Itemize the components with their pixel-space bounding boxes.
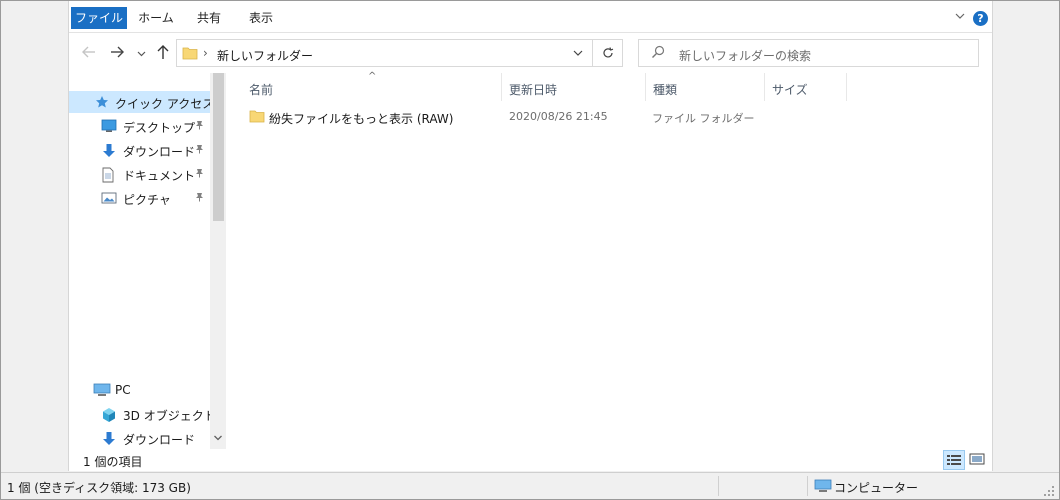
item-count: 1 個の項目 (83, 455, 143, 469)
column-header-modified[interactable]: 更新日時 (509, 81, 557, 101)
download-icon (101, 431, 117, 445)
sidebar-item-pc-downloads[interactable]: ダウンロード (69, 427, 210, 449)
sidebar-item-label: ダウンロード (123, 145, 196, 159)
refresh-icon[interactable] (593, 39, 623, 67)
forward-arrow-icon[interactable] (109, 44, 125, 63)
sidebar-item-downloads[interactable]: ダウンロード (69, 139, 210, 161)
explorer-window: ファイル ホーム 共有 表示 ? › 新しいフォルダー 新しいフォルダーの検索 … (68, 1, 993, 471)
tab-home[interactable]: ホーム (133, 7, 179, 29)
column-header-type[interactable]: 種類 (653, 81, 677, 101)
file-name: 紛失ファイルをもっと表示 (RAW) (269, 112, 454, 126)
column-header-size[interactable]: サイズ (772, 81, 808, 101)
file-list: ^ 名前 更新日時 種類 サイズ 紛失ファイルをもっと表示 (RAW) 2020… (227, 71, 992, 449)
navigation-pane: クイック アクセス デスクトップ ダウンロード ドキュメント ピクチャ PC 3… (69, 73, 226, 449)
back-arrow-icon[interactable] (81, 44, 97, 63)
computer-location: コンピューター (834, 481, 919, 495)
window-status-bar: 1 個の項目 (69, 449, 992, 471)
sidebar-item-pictures[interactable]: ピクチャ (69, 187, 210, 209)
sort-ascending-icon: ^ (368, 71, 377, 82)
file-type: ファイル フォルダー (652, 112, 755, 125)
star-icon (95, 95, 111, 109)
scrollbar-thumb[interactable] (213, 73, 224, 221)
sidebar-item-3d-objects[interactable]: 3D オブジェクト (69, 403, 216, 425)
tab-share[interactable]: 共有 (187, 7, 231, 29)
address-dropdown-icon[interactable] (573, 48, 583, 61)
column-divider[interactable] (846, 73, 847, 101)
column-divider[interactable] (645, 73, 646, 101)
sidebar-item-label: 3D オブジェクト (123, 409, 216, 423)
column-divider[interactable] (501, 73, 502, 101)
sidebar-item-label: クイック アクセス (115, 97, 215, 111)
pin-icon[interactable] (195, 120, 204, 133)
address-bar[interactable]: › 新しいフォルダー (176, 39, 593, 67)
tab-file[interactable]: ファイル (71, 7, 127, 29)
background-left (1, 1, 68, 471)
scroll-down-icon[interactable] (210, 433, 226, 449)
help-icon[interactable]: ? (973, 11, 988, 26)
status-divider (718, 476, 719, 496)
disk-free-space: 1 個 (空きディスク領域: 173 GB) (7, 481, 191, 495)
document-icon (101, 167, 117, 183)
sidebar-item-label: デスクトップ (123, 121, 196, 135)
desktop-icon (101, 119, 117, 133)
table-row[interactable]: 紛失ファイルをもっと表示 (RAW) 2020/08/26 21:45 ファイル… (243, 106, 963, 128)
navigation-bar: › 新しいフォルダー 新しいフォルダーの検索 (69, 32, 992, 72)
sidebar-item-desktop[interactable]: デスクトップ (69, 115, 210, 137)
details-view-button[interactable] (943, 450, 965, 470)
tab-view[interactable]: 表示 (239, 7, 283, 29)
folder-icon (182, 46, 198, 63)
navigation-pane-scrollbar[interactable] (210, 73, 226, 449)
search-placeholder[interactable]: 新しいフォルダーの検索 (679, 47, 811, 64)
sidebar-item-label: ダウンロード (123, 433, 196, 447)
file-modified: 2020/08/26 21:45 (509, 110, 608, 123)
chevron-down-icon[interactable] (953, 10, 967, 24)
large-icons-view-button[interactable] (967, 450, 989, 470)
status-divider (807, 476, 808, 496)
sidebar-item-label: ピクチャ (123, 193, 171, 207)
system-status-bar: 1 個 (空きディスク領域: 173 GB) コンピューター (1, 472, 1059, 499)
resize-grip-icon[interactable] (1043, 485, 1055, 500)
computer-icon (93, 383, 111, 397)
computer-icon (814, 479, 832, 496)
search-box[interactable]: 新しいフォルダーの検索 (638, 39, 979, 67)
sidebar-item-quick-access[interactable]: クイック アクセス (69, 91, 214, 113)
3d-objects-icon (101, 407, 117, 422)
sidebar-item-label: ドキュメント (123, 169, 196, 183)
sidebar-item-documents[interactable]: ドキュメント (69, 163, 210, 185)
folder-icon (249, 109, 265, 126)
sidebar-item-label: PC (115, 383, 131, 397)
pictures-icon (101, 191, 117, 205)
breadcrumb-current-folder[interactable]: 新しいフォルダー (217, 47, 313, 64)
sidebar-item-pc[interactable]: PC (69, 379, 210, 401)
column-header-name[interactable]: 名前 (249, 81, 273, 101)
download-icon (101, 143, 117, 157)
pin-icon[interactable] (195, 192, 204, 205)
pin-icon[interactable] (195, 144, 204, 157)
up-arrow-icon[interactable] (155, 44, 171, 63)
ribbon: ファイル ホーム 共有 表示 ? (69, 1, 992, 31)
recent-locations-icon[interactable] (137, 48, 146, 64)
search-icon (651, 45, 665, 63)
background-right (993, 1, 1059, 471)
breadcrumb-separator[interactable]: › (203, 46, 208, 60)
pin-icon[interactable] (195, 168, 204, 181)
column-divider[interactable] (764, 73, 765, 101)
